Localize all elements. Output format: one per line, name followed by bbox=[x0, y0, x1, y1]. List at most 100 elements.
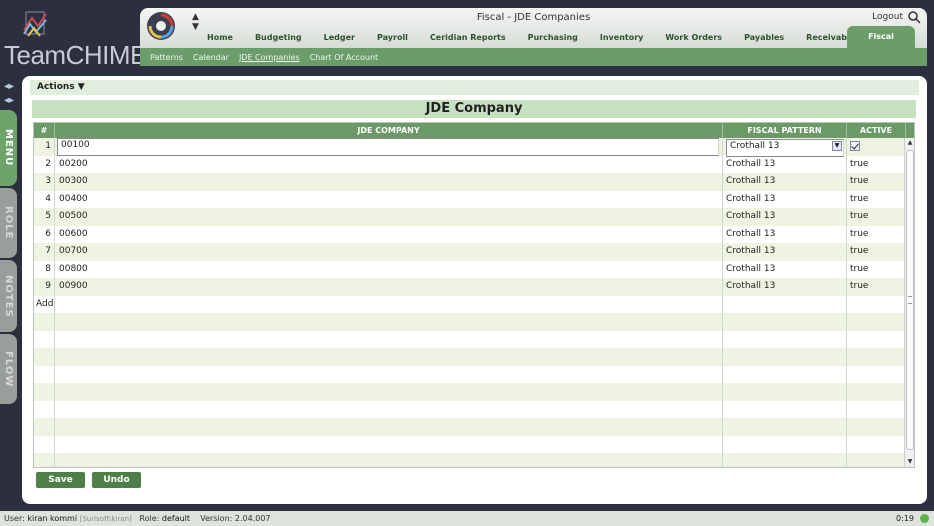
sidetab-flow[interactable]: FLOW bbox=[0, 334, 17, 404]
grid-header: # JDE COMPANY FISCAL PATTERN ACTIVE bbox=[34, 123, 914, 138]
cell-active[interactable]: true bbox=[847, 190, 906, 208]
table-row[interactable]: 4 00400 Crothall 13 true bbox=[34, 190, 906, 208]
scroll-down-icon[interactable]: ▼ bbox=[905, 457, 914, 467]
nav-fiscal[interactable]: Fiscal bbox=[847, 26, 915, 48]
sidetab-flow-label: FLOW bbox=[3, 350, 14, 388]
sidetab-role-label: ROLE bbox=[3, 206, 14, 240]
cell-pattern[interactable]: Crothall 13 bbox=[723, 225, 847, 243]
cell-pattern[interactable]: Crothall 13 bbox=[723, 208, 847, 226]
cell-company[interactable]: 00200 bbox=[55, 155, 723, 173]
role-label: Role: bbox=[139, 514, 160, 523]
cell-pattern[interactable]: Crothall 13 ▼ bbox=[723, 138, 847, 157]
nav-ledger[interactable]: Ledger bbox=[313, 30, 366, 44]
scroll-up-icon[interactable]: ▲ bbox=[905, 138, 914, 148]
cell-active[interactable]: true bbox=[847, 155, 906, 173]
logout-link[interactable]: Logout bbox=[872, 12, 903, 22]
cell-pattern[interactable]: Crothall 13 bbox=[723, 155, 847, 173]
subnav-jde-companies[interactable]: JDE Companies bbox=[239, 53, 300, 62]
cell-active[interactable]: true bbox=[847, 260, 906, 278]
sidetab-notes-label: NOTES bbox=[3, 274, 14, 318]
version-label: Version: bbox=[200, 514, 233, 523]
subnav-chart-of-account[interactable]: Chart Of Account bbox=[310, 53, 378, 62]
add-row[interactable]: Add bbox=[34, 295, 906, 313]
sidetab-role[interactable]: ROLE bbox=[0, 188, 17, 258]
cell-pattern[interactable]: Crothall 13 bbox=[723, 260, 847, 278]
table-row[interactable]: 9 00900 Crothall 13 true bbox=[34, 278, 906, 296]
table-row[interactable]: 7 00700 Crothall 13 true bbox=[34, 243, 906, 261]
user-domain: [Surisoft\kiran] bbox=[79, 515, 132, 523]
empty-cell bbox=[847, 295, 906, 313]
col-header-jde-company[interactable]: JDE COMPANY bbox=[55, 123, 723, 138]
jde-company-grid: # JDE COMPANY FISCAL PATTERN ACTIVE 1 00… bbox=[33, 122, 915, 468]
empty-row bbox=[34, 418, 906, 436]
nav-purchasing[interactable]: Purchasing bbox=[517, 30, 589, 44]
empty-row bbox=[34, 453, 906, 467]
subnav-calendar[interactable]: Calendar bbox=[193, 53, 229, 62]
grid-scrollbar[interactable]: ▲ ▼ bbox=[904, 138, 914, 467]
cell-pattern[interactable]: Crothall 13 bbox=[723, 190, 847, 208]
cell-company[interactable]: 00500 bbox=[55, 208, 723, 226]
undo-button[interactable]: Undo bbox=[92, 472, 141, 488]
search-icon[interactable] bbox=[907, 10, 921, 24]
table-row[interactable]: 8 00800 Crothall 13 true bbox=[34, 260, 906, 278]
cell-active[interactable]: true bbox=[847, 278, 906, 296]
subnav-patterns[interactable]: Patterns bbox=[150, 53, 183, 62]
cell-company[interactable]: 00700 bbox=[55, 243, 723, 261]
cell-active[interactable]: true bbox=[847, 225, 906, 243]
actions-menu[interactable]: Actions ▼ bbox=[30, 80, 919, 95]
cell-company[interactable]: 00600 bbox=[55, 225, 723, 243]
nav-payroll[interactable]: Payroll bbox=[366, 30, 419, 44]
empty-row bbox=[34, 435, 906, 453]
cell-company[interactable]: 00800 bbox=[55, 260, 723, 278]
row-number: 6 bbox=[34, 225, 55, 243]
cell-pattern[interactable]: Crothall 13 bbox=[723, 243, 847, 261]
cell-active[interactable]: true bbox=[847, 173, 906, 191]
status-indicator-icon bbox=[920, 514, 929, 523]
cell-active[interactable]: true bbox=[847, 208, 906, 226]
col-header-active[interactable]: ACTIVE bbox=[847, 123, 906, 138]
col-header-number: # bbox=[34, 123, 55, 138]
table-row[interactable]: 6 00600 Crothall 13 true bbox=[34, 225, 906, 243]
empty-row bbox=[34, 348, 906, 366]
save-button[interactable]: Save bbox=[36, 472, 85, 488]
fiscal-pattern-select[interactable]: Crothall 13 ▼ bbox=[726, 139, 844, 157]
empty-row bbox=[34, 400, 906, 418]
fiscal-pattern-value: Crothall 13 bbox=[730, 141, 780, 151]
cell-company[interactable]: 00900 bbox=[55, 278, 723, 296]
cell-active[interactable]: true bbox=[847, 243, 906, 261]
sidetab-notes[interactable]: NOTES bbox=[0, 260, 17, 332]
row-number: 5 bbox=[34, 208, 55, 226]
cell-pattern[interactable]: Crothall 13 bbox=[723, 173, 847, 191]
nav-work-orders[interactable]: Work Orders bbox=[654, 30, 733, 44]
chevron-down-icon[interactable]: ▼ bbox=[832, 141, 842, 151]
cell-active[interactable] bbox=[847, 138, 906, 156]
sidetab-menu[interactable]: MENU bbox=[0, 110, 17, 186]
add-row-link[interactable]: Add bbox=[34, 295, 55, 313]
cell-pattern[interactable]: Crothall 13 bbox=[723, 278, 847, 296]
status-bar: User: kiran kommi [Surisoft\kiran] Role:… bbox=[0, 511, 934, 526]
app-logo: TeamCHIMES bbox=[0, 0, 164, 72]
company-input[interactable]: 00100 bbox=[57, 138, 719, 156]
table-row[interactable]: 1 00100 Crothall 13 ▼ bbox=[34, 138, 906, 157]
session-clock: 0:19 bbox=[896, 514, 914, 523]
table-row[interactable]: 5 00500 Crothall 13 true bbox=[34, 208, 906, 226]
nav-home[interactable]: Home bbox=[196, 30, 244, 44]
page-title: JDE Company bbox=[32, 100, 916, 118]
scroll-thumb[interactable] bbox=[906, 150, 914, 450]
cell-company[interactable]: 00300 bbox=[55, 173, 723, 191]
nav-inventory[interactable]: Inventory bbox=[589, 30, 655, 44]
table-row[interactable]: 3 00300 Crothall 13 true bbox=[34, 173, 906, 191]
nav-ceridian-reports[interactable]: Ceridian Reports bbox=[419, 30, 517, 44]
role-value: default bbox=[161, 514, 191, 523]
active-checkbox[interactable] bbox=[850, 141, 860, 151]
nav-payables[interactable]: Payables bbox=[733, 30, 795, 44]
collapse-arrows-icon[interactable]: ◂▸ ◂▸ bbox=[1, 80, 17, 108]
row-number: 7 bbox=[34, 243, 55, 261]
cell-company[interactable]: 00100 bbox=[55, 138, 723, 156]
cell-company[interactable]: 00400 bbox=[55, 190, 723, 208]
nav-budgeting[interactable]: Budgeting bbox=[244, 30, 313, 44]
col-header-fiscal-pattern[interactable]: FISCAL PATTERN bbox=[723, 123, 847, 138]
table-row[interactable]: 2 00200 Crothall 13 true bbox=[34, 155, 906, 173]
empty-cell bbox=[723, 295, 847, 313]
top-bar: ▲ ▼ Fiscal - JDE Companies Logout Home Bu… bbox=[140, 8, 927, 48]
